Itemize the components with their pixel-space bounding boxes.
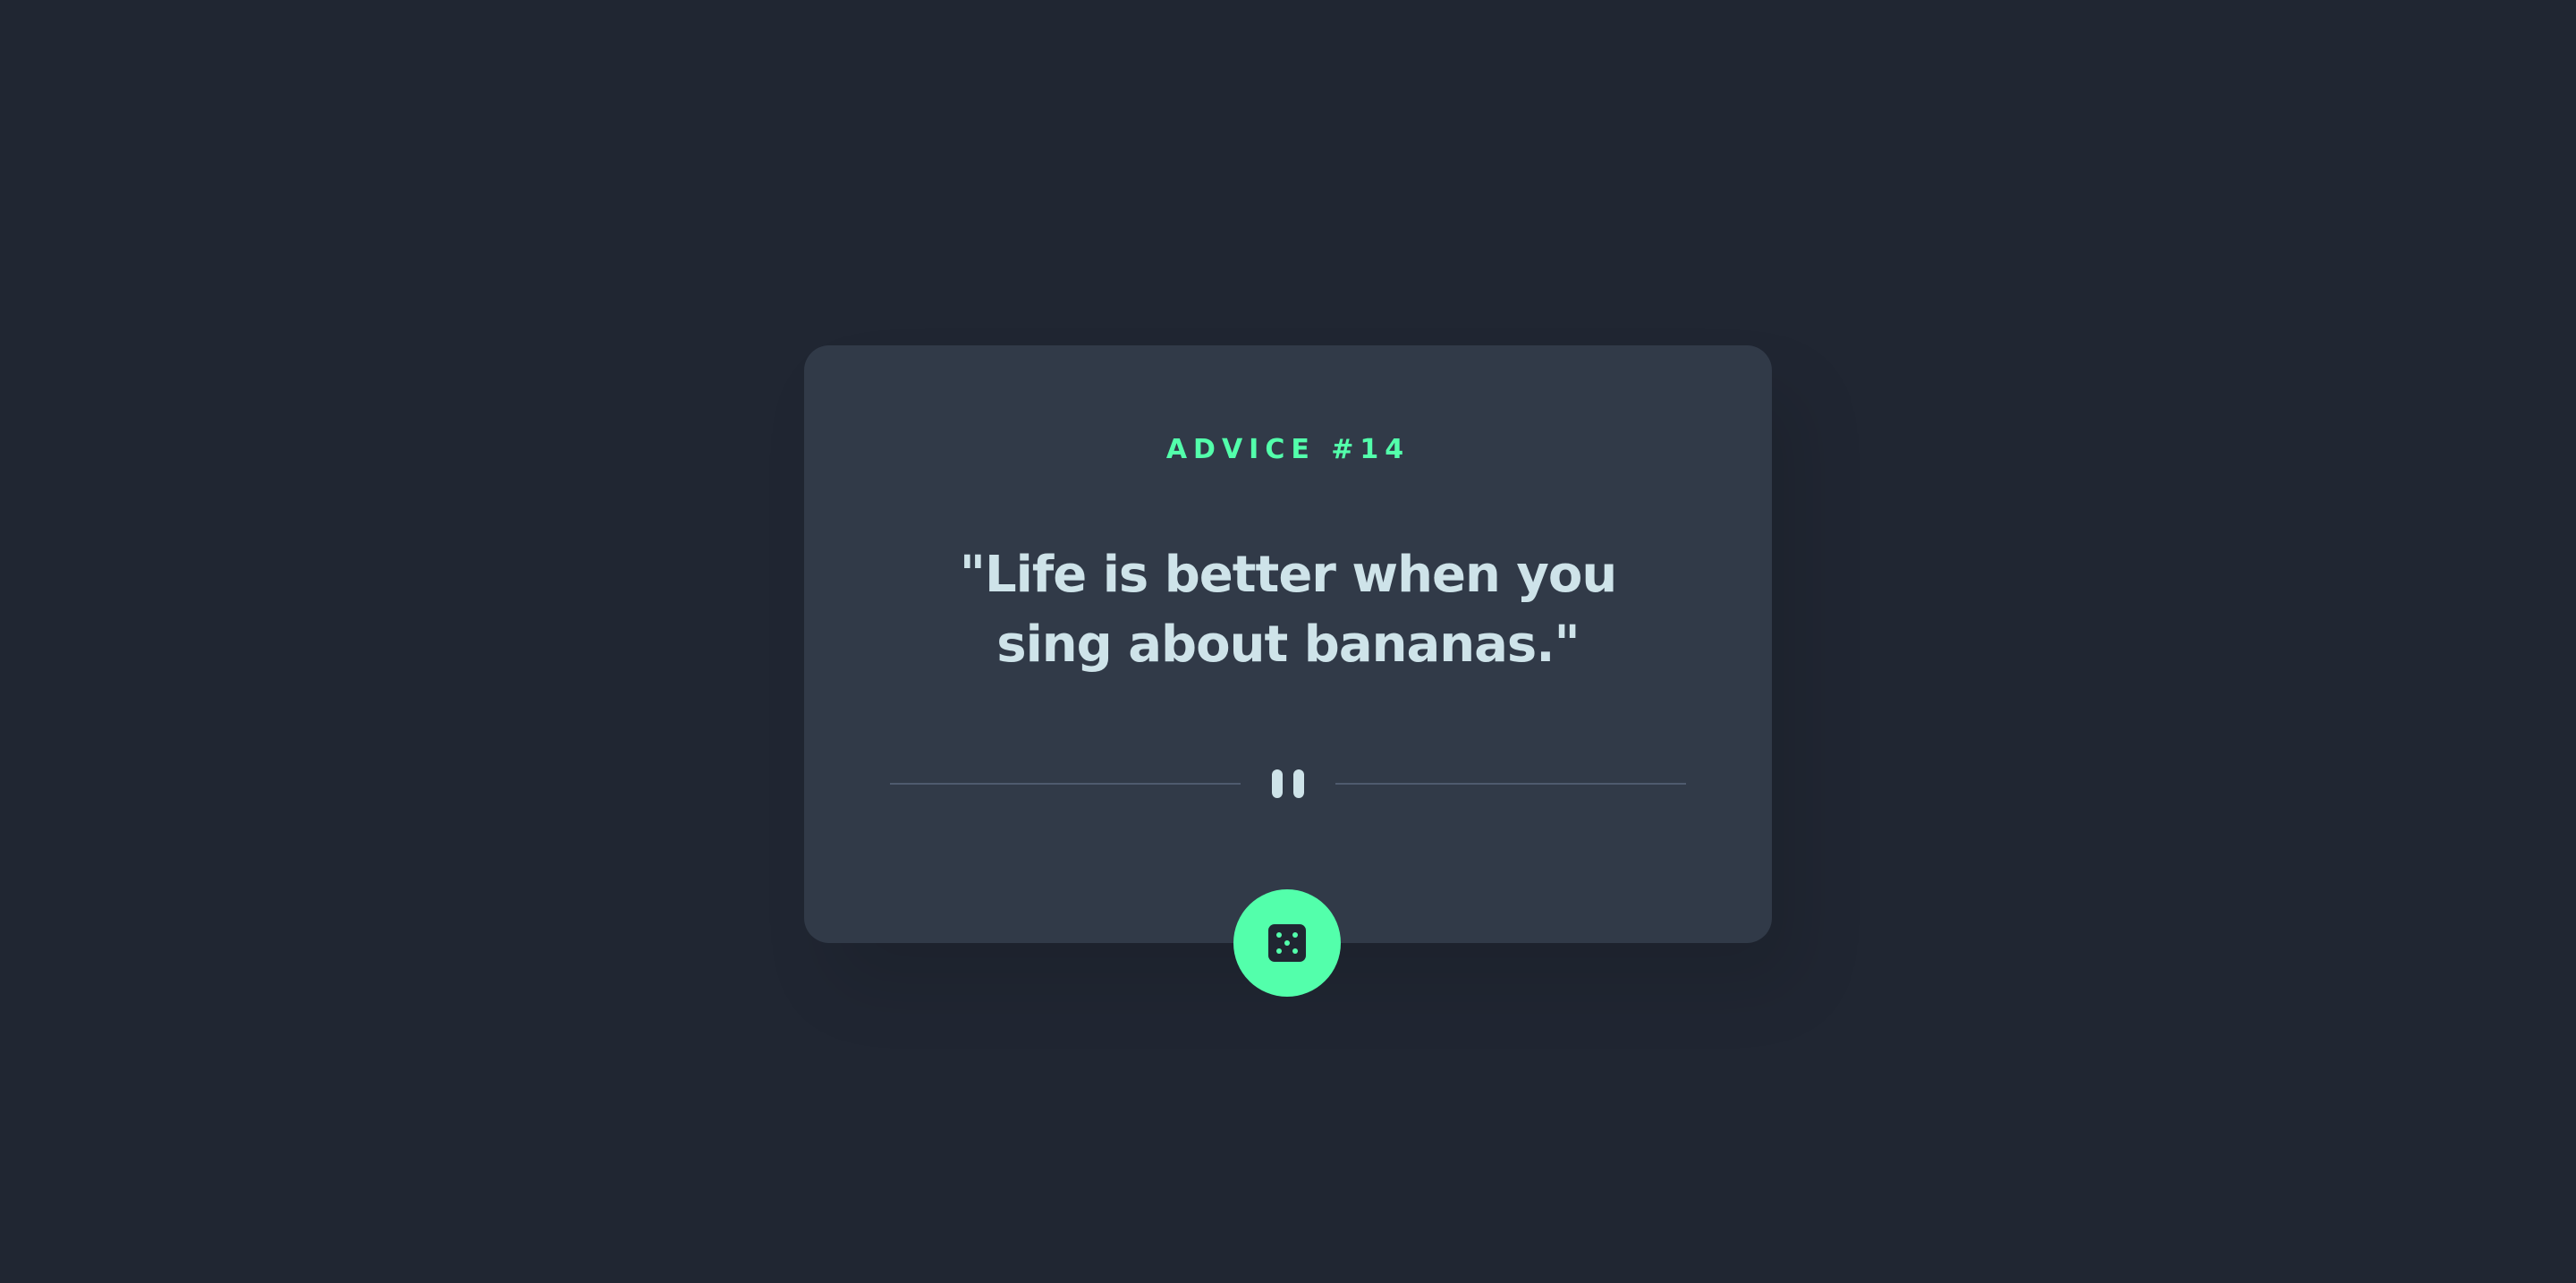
advice-text: "Life is better when you sing about bana… — [959, 546, 1617, 674]
pause-bar-left — [1272, 769, 1283, 798]
pause-bar-right — [1293, 769, 1304, 798]
advice-id: ADVICE #14 — [1165, 434, 1411, 465]
divider-line-right — [1335, 783, 1686, 785]
divider-line-left — [890, 783, 1241, 785]
new-advice-button[interactable] — [1233, 889, 1341, 997]
pause-icon — [1268, 768, 1308, 800]
advice-card: ADVICE #14 "Life is better when you sing… — [804, 345, 1772, 943]
divider — [890, 768, 1686, 800]
dice-icon — [1268, 924, 1306, 962]
page: ADVICE #14 "Life is better when you sing… — [0, 0, 2576, 1283]
